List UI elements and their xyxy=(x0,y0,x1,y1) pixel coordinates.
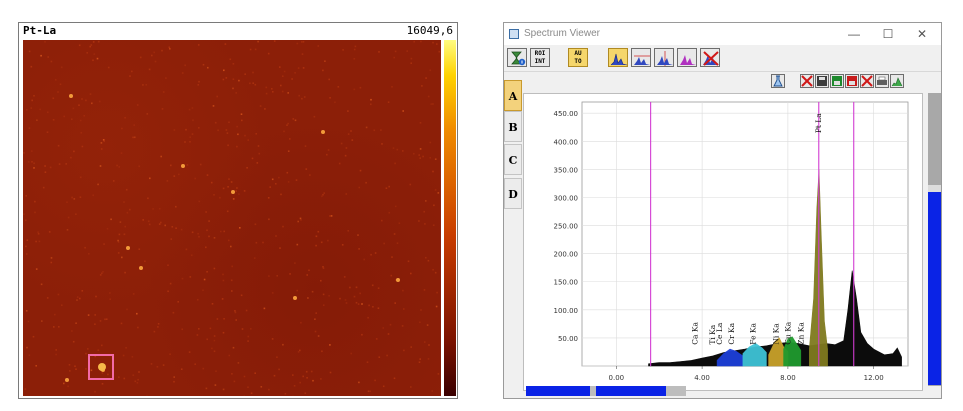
spectrum-plot[interactable]: 50.00 100.00 150.00 200.00 250.00 300.00 350.0… xyxy=(523,93,923,391)
spectrum-viewer-window: Spectrum Viewer — ☐ ✕ ROI INT AU TO A B … xyxy=(503,22,942,399)
tab-a[interactable]: A xyxy=(504,80,522,111)
auto-button[interactable]: AU TO xyxy=(568,48,588,67)
window-title: Spectrum Viewer xyxy=(524,28,600,39)
spectrum-clear-icon xyxy=(703,51,719,66)
save-green-button[interactable] xyxy=(830,74,844,88)
peak-label: Fe Ka xyxy=(749,323,758,345)
scale-button[interactable] xyxy=(507,48,527,67)
flask-icon xyxy=(773,75,783,87)
title-bar[interactable]: Spectrum Viewer — ☐ ✕ xyxy=(504,23,941,45)
vertical-scroll-range[interactable] xyxy=(928,185,941,385)
spectrum-color-icon xyxy=(680,55,696,65)
y-tick-label: 400.00 xyxy=(554,138,579,146)
x-tick-label: 8.00 xyxy=(780,374,796,382)
roi-selection-box[interactable] xyxy=(88,354,114,380)
vertical-scrollbar[interactable] xyxy=(928,93,941,386)
y-tick-label: 250.00 xyxy=(554,223,579,231)
intensity-color-scale xyxy=(444,40,456,396)
printer-icon xyxy=(877,76,887,85)
element-map-panel: Pt-La 16049,6 xyxy=(18,22,458,399)
app-icon xyxy=(509,29,519,39)
spectrum-bars-icon xyxy=(610,53,627,66)
red-x-2-icon xyxy=(861,75,873,87)
delete-marker-button[interactable] xyxy=(800,74,814,88)
spectrum-view-2-button[interactable] xyxy=(631,48,651,67)
tab-d[interactable]: D xyxy=(504,178,522,209)
element-map-image[interactable] xyxy=(23,40,441,396)
tab-b[interactable]: B xyxy=(504,111,522,142)
save-green-icon xyxy=(832,76,842,86)
spectrum-clear-button[interactable] xyxy=(700,48,720,67)
chart-button[interactable] xyxy=(890,74,904,88)
hourglass-info-icon xyxy=(511,51,526,66)
spectrum-chart: 50.00 100.00 150.00 200.00 250.00 300.00 350.0… xyxy=(554,101,909,382)
horizontal-scroll-segment-2[interactable] xyxy=(596,386,666,396)
red-x-icon xyxy=(801,75,813,87)
peak-label: Zn Ka xyxy=(796,322,805,345)
tab-c[interactable]: C xyxy=(504,144,522,175)
spectrum-view-1-button[interactable] xyxy=(608,48,628,67)
x-tick-label: 0.00 xyxy=(609,374,625,382)
map-hotspots xyxy=(23,40,441,396)
save-button[interactable] xyxy=(815,74,829,88)
y-tick-label: 300.00 xyxy=(554,194,579,202)
print-button[interactable] xyxy=(875,74,889,88)
x-tick-label: 4.00 xyxy=(694,374,710,382)
peak-label: Pt La xyxy=(814,113,823,133)
y-tick-label: 100.00 xyxy=(554,307,579,315)
mini-chart-icon xyxy=(891,77,903,87)
save-red-button[interactable] xyxy=(845,74,859,88)
peak-label: Ca Ka xyxy=(690,322,699,345)
close-button[interactable]: ✕ xyxy=(907,23,937,45)
horizontal-scroll-segment-1[interactable] xyxy=(526,386,590,396)
peak-label: Ni Ka xyxy=(771,323,780,345)
maximize-button[interactable]: ☐ xyxy=(873,23,903,45)
spectrum-view-4-button[interactable] xyxy=(677,48,697,67)
y-tick-label: 200.00 xyxy=(554,251,579,259)
y-tick-label: 150.00 xyxy=(554,279,579,287)
spectrum-overlay-icon xyxy=(634,55,650,65)
flask-button[interactable] xyxy=(771,74,785,88)
y-tick-label: 50.00 xyxy=(558,335,578,343)
spectrum-view-3-button[interactable] xyxy=(654,48,674,67)
roi-int-button[interactable]: ROI INT xyxy=(530,48,550,67)
delete-all-button[interactable] xyxy=(860,74,874,88)
map-max-value: 16049,6 xyxy=(406,24,453,37)
secondary-toolbar xyxy=(504,72,941,92)
peak-label: Cr Ka xyxy=(727,322,736,344)
spectrum-split-icon xyxy=(657,51,673,66)
map-header: Pt-La 16049,6 xyxy=(19,23,457,39)
y-tick-label: 350.00 xyxy=(554,166,579,174)
map-element-label: Pt-La xyxy=(23,24,57,37)
minimize-button[interactable]: — xyxy=(839,23,869,45)
x-tick-label: 12.00 xyxy=(864,374,884,382)
y-tick-label: 450.00 xyxy=(554,110,579,118)
peak-label: Ce La xyxy=(715,322,724,345)
horizontal-scrollbar[interactable] xyxy=(526,386,686,396)
vertical-scroll-knob[interactable] xyxy=(928,185,941,192)
floppy-disk-icon xyxy=(817,76,827,86)
peak-label: Cu Ka xyxy=(784,321,793,345)
main-toolbar: ROI INT AU TO xyxy=(504,45,941,72)
save-red-icon xyxy=(847,76,857,86)
